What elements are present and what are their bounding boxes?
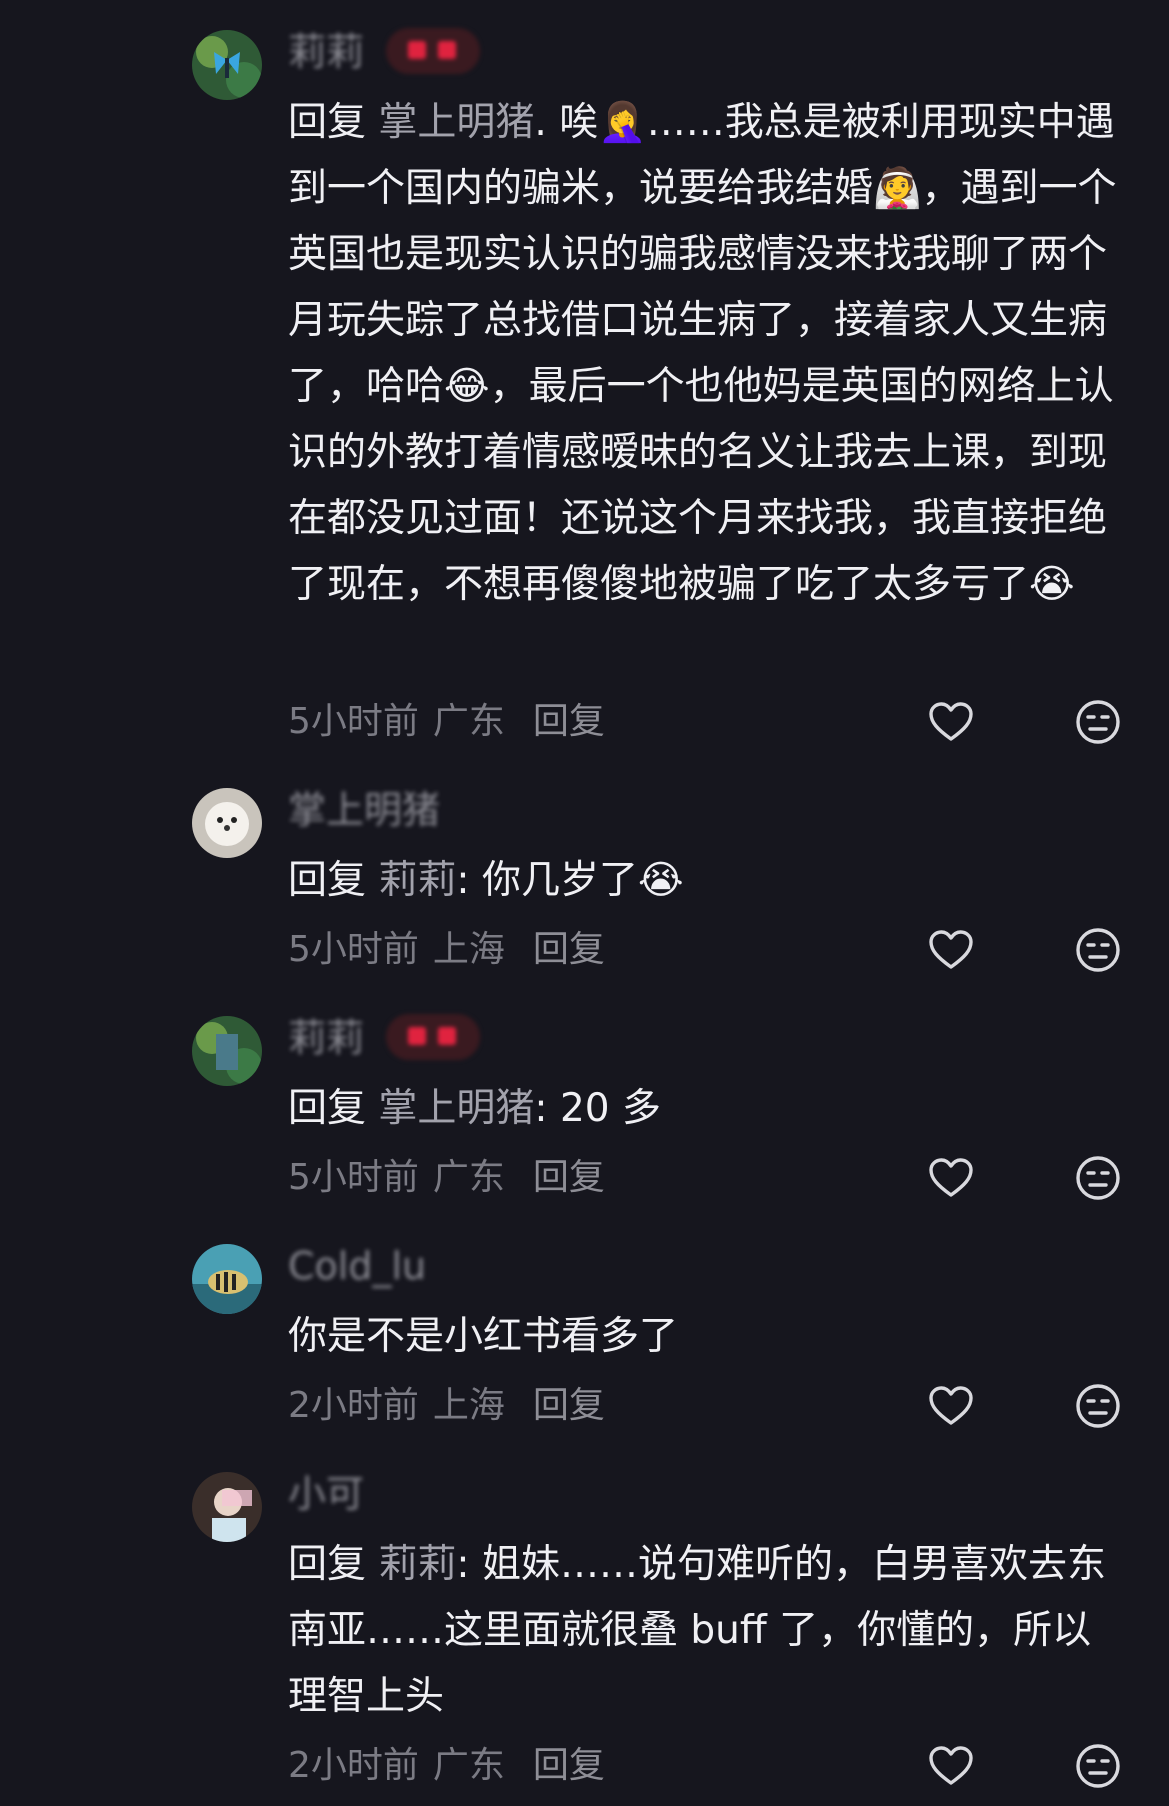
reply-prefix: 回复: [288, 858, 379, 903]
meh-face-icon[interactable]: [1074, 1154, 1122, 1202]
user-avatar[interactable]: [192, 788, 262, 858]
reply-button[interactable]: 回复: [533, 1745, 605, 1786]
comment-time: 5小时前: [288, 929, 419, 970]
user-avatar[interactable]: [192, 30, 262, 100]
heart-outline-icon[interactable]: [927, 1742, 975, 1790]
heart-outline-icon[interactable]: [927, 1382, 975, 1430]
comment-meta: 2小时前 上海 回复: [288, 1382, 605, 1430]
reply-prefix: 回复: [288, 1542, 379, 1587]
user-badge: [386, 1013, 481, 1060]
meh-face-icon[interactable]: [1074, 926, 1122, 974]
username[interactable]: 莉莉: [288, 27, 481, 74]
user-avatar[interactable]: [192, 1472, 262, 1542]
reply-prefix: 回复: [288, 1086, 379, 1131]
reply-to-user[interactable]: 掌上明猪: [378, 100, 534, 145]
reply-to-user[interactable]: 莉莉: [378, 858, 456, 903]
username[interactable]: 掌上明猪: [288, 788, 440, 832]
comment-meta: 5小时前 广东 回复: [288, 698, 605, 746]
comment-time: 2小时前: [288, 1385, 419, 1426]
reply-button[interactable]: 回复: [533, 929, 605, 970]
reply-to-user[interactable]: 掌上明猪: [378, 1086, 534, 1131]
username-text[interactable]: 小可: [288, 1472, 364, 1516]
comment-text[interactable]: 回复 莉莉: 姐妹……说句难听的，白男喜欢去东南亚……这里面就很叠 buff 了…: [288, 1532, 1128, 1730]
heart-outline-icon[interactable]: [927, 926, 975, 974]
comment-location: 上海: [432, 1385, 505, 1426]
reply-prefix: 回复: [288, 100, 379, 145]
username-text[interactable]: 掌上明猪: [288, 788, 440, 832]
user-badge: [386, 27, 481, 74]
username-text[interactable]: 莉莉: [288, 1016, 364, 1060]
meh-face-icon[interactable]: [1074, 1742, 1122, 1790]
username[interactable]: 莉莉: [288, 1013, 481, 1060]
comment-body: : 你几岁了😭: [456, 858, 684, 903]
username-text[interactable]: 莉莉: [288, 30, 364, 74]
comment-time: 2小时前: [288, 1745, 419, 1786]
reply-button[interactable]: 回复: [533, 1157, 605, 1198]
meh-face-icon[interactable]: [1074, 698, 1122, 746]
username[interactable]: 小可: [288, 1472, 364, 1516]
comment-location: 广东: [432, 701, 505, 742]
comment-text[interactable]: 回复 莉莉: 你几岁了😭: [288, 848, 1128, 914]
reply-button[interactable]: 回复: [533, 1385, 605, 1426]
comment-text[interactable]: 回复 掌上明猪. 唉🤦‍♀️……我总是被利用现实中遇到一个国内的骗米，说要给我结…: [288, 90, 1128, 618]
comment-location: 上海: [432, 929, 505, 970]
comment-meta: 5小时前 上海 回复: [288, 926, 605, 974]
heart-outline-icon[interactable]: [927, 698, 975, 746]
comment-time: 5小时前: [288, 1157, 419, 1198]
comment-body: : 20 多: [534, 1086, 661, 1131]
user-avatar[interactable]: [192, 1244, 262, 1314]
comment-meta: 5小时前 广东 回复: [288, 1154, 605, 1202]
comment-location: 广东: [432, 1745, 505, 1786]
comment-text[interactable]: 你是不是小红书看多了: [288, 1304, 1128, 1370]
comment-body: 你是不是小红书看多了: [288, 1314, 679, 1359]
heart-outline-icon[interactable]: [927, 1154, 975, 1202]
comment-time: 5小时前: [288, 701, 419, 742]
reply-to-user[interactable]: 莉莉: [378, 1542, 456, 1587]
meh-face-icon[interactable]: [1074, 1382, 1122, 1430]
reply-button[interactable]: 回复: [533, 701, 605, 742]
comment-body: . 唉🤦‍♀️……我总是被利用现实中遇到一个国内的骗米，说要给我结婚👰，遇到一个…: [288, 100, 1117, 607]
comment-text[interactable]: 回复 掌上明猪: 20 多: [288, 1076, 1128, 1142]
comment-location: 广东: [432, 1157, 505, 1198]
comment-meta: 2小时前 广东 回复: [288, 1742, 605, 1790]
username[interactable]: Cold_lu: [288, 1244, 426, 1288]
user-avatar[interactable]: [192, 1016, 262, 1086]
username-text[interactable]: Cold_lu: [288, 1244, 426, 1288]
